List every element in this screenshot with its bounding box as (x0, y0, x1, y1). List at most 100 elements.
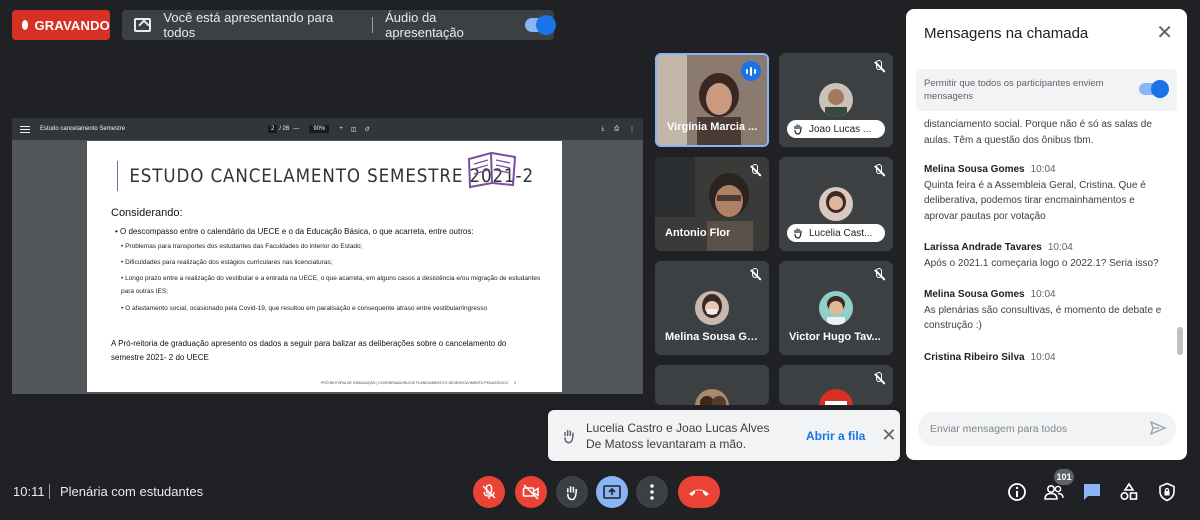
avatar (819, 83, 853, 117)
shared-screen: Estudo cancelamento Semestre 2 / 26 — 90… (12, 118, 643, 394)
message-sender: Melina Sousa Gomes 10:04 (924, 289, 1056, 300)
scrollbar[interactable] (1177, 327, 1183, 355)
mic-off-icon (871, 371, 887, 387)
avatar (695, 389, 729, 405)
pdf-page: ESTUDO CANCELAMENTO SEMESTRE 2021-2 Cons… (87, 141, 562, 392)
sub-bullet: • Problemas para transportes dos estudan… (121, 243, 363, 250)
meeting-name: Plenária com estudantes (60, 484, 204, 499)
message-text: Quinta feira é a Assembleia Geral, Crist… (924, 179, 1146, 222)
participant-name: Virgínia Marcia ... (667, 121, 758, 133)
info-icon[interactable] (1007, 482, 1027, 502)
participant-tile[interactable]: Lucelia Cast... (779, 157, 893, 251)
audio-toggle[interactable] (525, 15, 556, 35)
zoom-in-icon[interactable]: + (339, 126, 343, 132)
avatar (695, 291, 729, 325)
open-queue-link[interactable]: Abrir a fila (806, 429, 865, 443)
bullet-main: • O descompasso entre o calendário da UE… (115, 227, 474, 236)
present-button[interactable] (596, 476, 628, 508)
raised-hand-icon (564, 429, 574, 443)
presenting-text: Você está apresentando para todos (163, 10, 334, 40)
notification-text: Lucelia Castro e Joao Lucas Alves De Mat… (586, 420, 770, 451)
fit-page-icon[interactable]: ◫ (351, 126, 357, 133)
participant-tile[interactable] (655, 365, 769, 405)
recording-label: GRAVANDO (34, 17, 110, 33)
present-screen-icon (134, 18, 152, 32)
considerando-heading: Considerando: (111, 207, 183, 219)
chat-input[interactable]: Enviar mensagem para todos (918, 412, 1176, 446)
call-end-icon (689, 489, 709, 496)
permission-row: Permitir que todos os participantes envi… (916, 69, 1177, 111)
message-text: distanciamento social. Porque não é só a… (924, 119, 1152, 146)
permission-text: Permitir que todos os participantes envi… (924, 78, 1104, 102)
book-icon (467, 151, 517, 189)
mic-off-icon (747, 267, 763, 283)
leave-call-button[interactable] (678, 476, 720, 508)
avatar (819, 389, 853, 405)
sub-bullet: • O afastamento social, ocasionado pela … (121, 305, 488, 312)
message-list: distanciamento social. Porque não é só a… (924, 117, 1166, 409)
participant-tile[interactable]: Virgínia Marcia ... (655, 53, 769, 147)
clock: 10:11 (13, 484, 45, 499)
download-icon[interactable]: ⤓ (602, 126, 605, 133)
permission-toggle[interactable] (1139, 80, 1169, 98)
chat-title: Mensagens na chamada (924, 25, 1089, 42)
raised-hand-icon (794, 228, 802, 239)
sub-bullet: • Longo prazo entre a realização do vest… (121, 275, 541, 295)
record-dot-icon (22, 20, 29, 30)
recording-indicator[interactable]: GRAVANDO (12, 10, 110, 40)
mic-off-icon (482, 484, 496, 499)
pdf-toolbar: Estudo cancelamento Semestre 2 / 26 — 90… (12, 118, 643, 140)
slide-paragraph: A Pró-reitoria de graduação apresento os… (111, 339, 507, 362)
camera-off-icon (522, 484, 539, 500)
chat-panel: Mensagens na chamada ✕ Permitir que todo… (906, 9, 1187, 460)
raise-hand-button[interactable] (556, 476, 588, 508)
print-icon[interactable]: ⎙ (614, 126, 619, 133)
camera-toggle-button[interactable] (515, 476, 547, 508)
raised-hands-notification: Lucelia Castro e Joao Lucas Alves De Mat… (548, 410, 900, 461)
message-sender: Cristina Ribeiro Silva 10:04 (924, 351, 1056, 363)
participant-tile[interactable]: Joao Lucas ... (779, 53, 893, 147)
participant-name: Antonio Flor (665, 227, 731, 239)
close-icon[interactable]: ✕ (1156, 21, 1173, 45)
zoom-out-icon[interactable]: — (293, 126, 299, 132)
mic-toggle-button[interactable] (473, 476, 505, 508)
toggle-knob (536, 15, 556, 35)
activities-icon[interactable] (1119, 482, 1139, 502)
page-input[interactable]: 2 (268, 125, 278, 133)
message-text: Após o 2021.1 começaria logo o 2022.1? S… (924, 257, 1159, 269)
mic-off-icon (747, 163, 763, 179)
people-icon[interactable] (1044, 482, 1064, 502)
more-options-button[interactable] (636, 476, 668, 508)
chat-icon[interactable] (1082, 482, 1102, 502)
mic-off-icon (871, 163, 887, 179)
divider (49, 484, 50, 499)
participants-count-badge: 101 (1054, 469, 1074, 485)
participant-tile[interactable]: Antonio Flor (655, 157, 769, 251)
audio-label: Áudio da apresentação (385, 10, 464, 40)
hand-raised-pill: Lucelia Cast... (787, 224, 885, 242)
participant-tile[interactable]: Victor Hugo Tav... (779, 261, 893, 355)
speaking-indicator-icon (741, 61, 761, 81)
avatar (819, 187, 853, 221)
zoom-input[interactable]: 90% (309, 125, 330, 133)
participant-tile[interactable] (779, 365, 893, 405)
host-controls-icon[interactable] (1157, 482, 1177, 502)
sub-bullet: • Dificuldades para realização dos estág… (121, 259, 333, 266)
mic-off-icon (871, 59, 887, 75)
more-vert-icon (650, 484, 654, 500)
raised-hand-icon (567, 485, 577, 500)
mic-off-icon (871, 267, 887, 283)
message-text: As plenárias são consultivas, é momento … (924, 304, 1162, 332)
participant-name: Melina Sousa Go... (665, 331, 761, 343)
more-vert-icon[interactable]: ⋮ (629, 126, 635, 133)
send-icon[interactable] (1150, 421, 1166, 435)
message-sender: Larissa Andrade Tavares 10:04 (924, 242, 1073, 253)
avatar (819, 291, 853, 325)
menu-icon[interactable] (20, 125, 30, 133)
slide-footer: PRÓ-REITORIA DE GRADUAÇÃO | COORDENADORI… (321, 381, 516, 385)
participant-tile[interactable]: Melina Sousa Go... (655, 261, 769, 355)
close-icon[interactable]: ✕ (881, 425, 896, 446)
rotate-icon[interactable]: ↺ (365, 126, 370, 133)
page-total: / 26 (279, 126, 290, 132)
present-screen-icon (603, 485, 621, 499)
